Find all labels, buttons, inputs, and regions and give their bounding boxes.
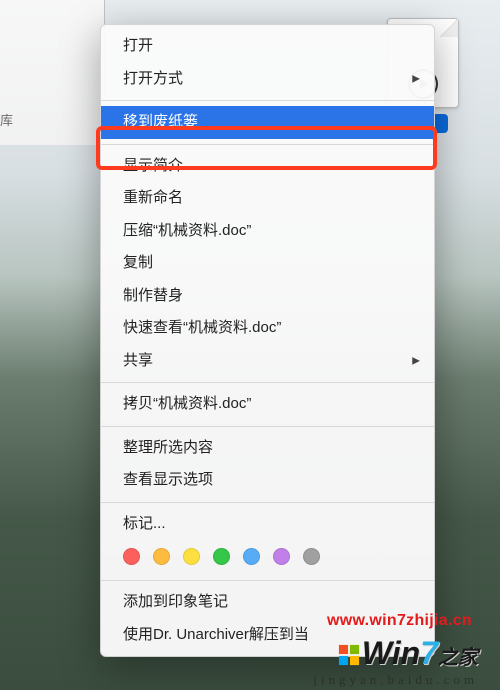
watermark-logo: Win7之家 — [338, 635, 478, 672]
menu-separator — [101, 382, 434, 383]
menu-move-to-trash[interactable]: 移到废纸篓 — [101, 106, 434, 139]
menu-open-with[interactable]: 打开方式 — [101, 63, 434, 96]
menu-tags[interactable]: 标记... — [101, 508, 434, 541]
menu-rename[interactable]: 重新命名 — [101, 182, 434, 215]
windows-flag-icon — [338, 644, 360, 666]
menu-separator — [101, 502, 434, 503]
sidebar-label: 库 — [0, 110, 13, 129]
tag-yellow[interactable] — [183, 548, 200, 565]
finder-sidebar-fragment: 库 — [0, 0, 105, 145]
tag-blue[interactable] — [243, 548, 260, 565]
menu-separator — [101, 426, 434, 427]
tag-color-row — [101, 540, 434, 575]
context-menu: 打开 打开方式 移到废纸篓 显示简介 重新命名 压缩“机械资料.doc” 复制 … — [100, 24, 435, 657]
menu-make-alias[interactable]: 制作替身 — [101, 280, 434, 313]
menu-separator — [101, 144, 434, 145]
menu-get-info[interactable]: 显示简介 — [101, 150, 434, 183]
menu-clean-up[interactable]: 整理所选内容 — [101, 432, 434, 465]
menu-view-options[interactable]: 查看显示选项 — [101, 464, 434, 497]
tag-orange[interactable] — [153, 548, 170, 565]
menu-quick-look[interactable]: 快速查看“机械资料.doc” — [101, 312, 434, 345]
menu-separator — [101, 100, 434, 101]
menu-copy[interactable]: 拷贝“机械资料.doc” — [101, 388, 434, 421]
menu-duplicate[interactable]: 复制 — [101, 247, 434, 280]
menu-open[interactable]: 打开 — [101, 30, 434, 63]
menu-share[interactable]: 共享 — [101, 345, 434, 378]
tag-purple[interactable] — [273, 548, 290, 565]
watermark-url: www.win7zhijia.cn — [327, 612, 472, 630]
tag-green[interactable] — [213, 548, 230, 565]
menu-compress[interactable]: 压缩“机械资料.doc” — [101, 215, 434, 248]
tag-red[interactable] — [123, 548, 140, 565]
watermark-baidu: jingyan.baidu.com — [313, 672, 478, 688]
menu-separator — [101, 580, 434, 581]
tag-gray[interactable] — [303, 548, 320, 565]
